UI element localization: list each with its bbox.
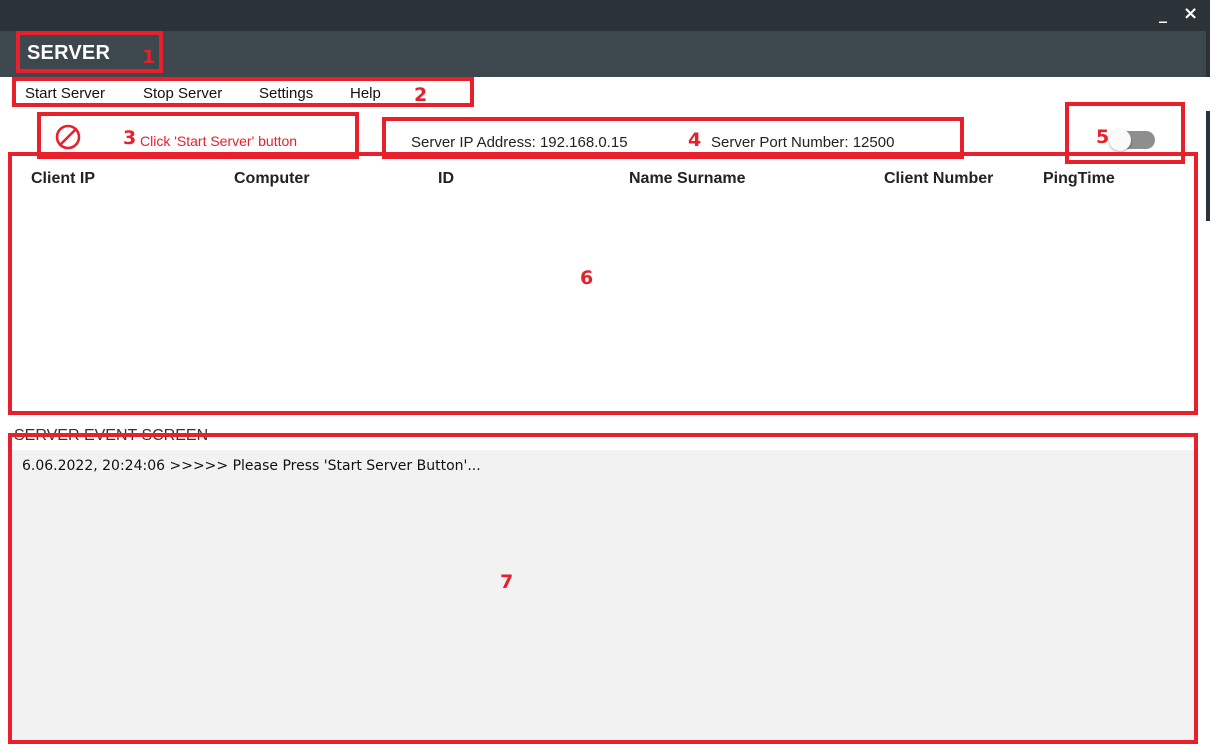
close-button[interactable]: × <box>1183 3 1198 24</box>
annotation-label-6: 6 <box>580 267 594 289</box>
annotation-label-2: 2 <box>414 84 428 106</box>
annotation-box-1 <box>16 31 163 73</box>
annotation-label-4: 4 <box>688 129 702 151</box>
annotation-label-5: 5 <box>1096 126 1110 148</box>
annotation-box-7 <box>8 433 1198 744</box>
app-header <box>0 31 1210 77</box>
annotation-box-6 <box>8 152 1198 415</box>
annotation-label-7: 7 <box>500 571 514 593</box>
annotation-label-3: 3 <box>123 127 137 149</box>
minimize-button[interactable]: _ <box>1159 4 1167 23</box>
annotation-box-2 <box>12 77 474 107</box>
window-edge <box>1206 31 1210 221</box>
annotation-label-1: 1 <box>142 46 156 68</box>
window-titlebar <box>0 0 1210 31</box>
